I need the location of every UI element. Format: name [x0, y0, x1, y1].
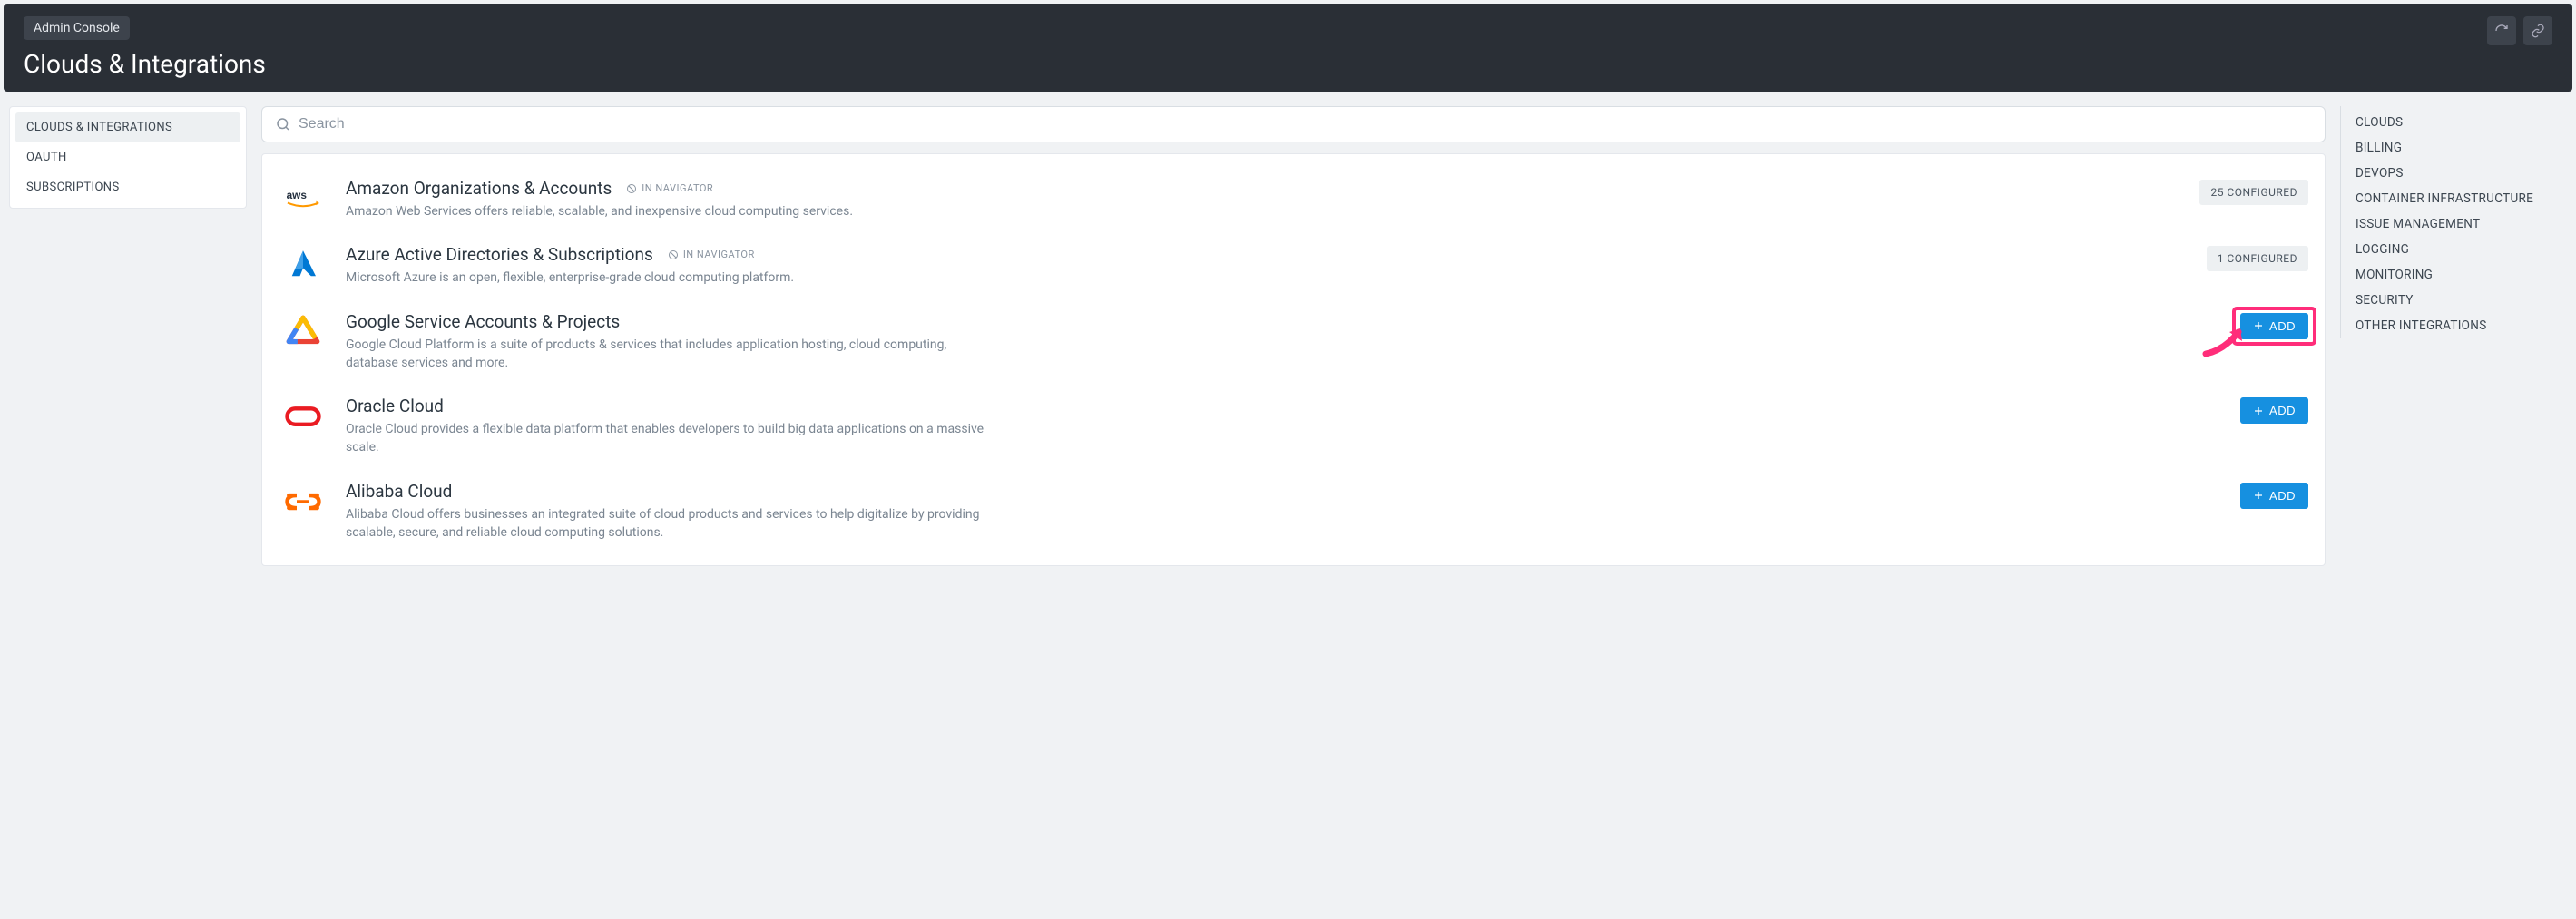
right-nav-item-0[interactable]: CLOUDS [2356, 110, 2567, 135]
provider-title[interactable]: Oracle Cloud [346, 396, 444, 416]
provider-title[interactable]: Azure Active Directories & Subscriptions [346, 244, 653, 265]
provider-row-oracle: Oracle Cloud Oracle Cloud provides a flex… [279, 379, 2308, 464]
provider-row-alibaba: Alibaba Cloud Alibaba Cloud offers busine… [279, 464, 2308, 550]
right-nav-item-3[interactable]: CONTAINER INFRASTRUCTURE [2356, 186, 2567, 211]
add-button-oracle[interactable]: ADD [2240, 397, 2308, 424]
right-nav-item-7[interactable]: SECURITY [2356, 288, 2567, 313]
provider-action: 1 CONFIGURED [2181, 244, 2308, 271]
refresh-button[interactable] [2487, 16, 2516, 45]
provider-desc: Google Cloud Platform is a suite of prod… [346, 336, 999, 373]
header-tools [2487, 16, 2552, 45]
provider-desc: Alibaba Cloud offers businesses an integ… [346, 505, 999, 543]
link-icon [2531, 24, 2545, 38]
right-nav-item-5[interactable]: LOGGING [2356, 237, 2567, 262]
in-navigator-badge: IN NAVIGATOR [668, 249, 755, 260]
in-navigator-badge: IN NAVIGATOR [626, 182, 713, 194]
ban-icon [626, 183, 637, 194]
page-title: Clouds & Integrations [24, 49, 266, 79]
alibaba-logo [279, 481, 328, 521]
breadcrumb[interactable]: Admin Console [24, 16, 130, 40]
provider-title[interactable]: Alibaba Cloud [346, 481, 452, 502]
provider-desc: Amazon Web Services offers reliable, sca… [346, 202, 999, 220]
plus-icon [2253, 490, 2264, 501]
provider-desc: Microsoft Azure is an open, flexible, en… [346, 269, 999, 287]
left-nav-item-0[interactable]: CLOUDS & INTEGRATIONS [15, 112, 240, 142]
provider-row-gcp: Google Service Accounts & Projects Google… [279, 295, 2308, 380]
right-nav-item-1[interactable]: BILLING [2356, 135, 2567, 161]
provider-action: ADD [2181, 396, 2308, 424]
right-nav-item-2[interactable]: DEVOPS [2356, 161, 2567, 186]
left-nav-item-2[interactable]: SUBSCRIPTIONS [15, 172, 240, 202]
svg-text:aws: aws [287, 189, 308, 201]
left-sidebar: CLOUDS & INTEGRATIONSOAUTHSUBSCRIPTIONS [9, 106, 247, 209]
plus-icon [2253, 320, 2264, 331]
oracle-logo [279, 396, 328, 435]
right-nav-item-6[interactable]: MONITORING [2356, 262, 2567, 288]
aws-logo: aws [279, 178, 328, 218]
search-field[interactable] [261, 106, 2326, 142]
providers-card: aws Amazon Organizations & Accounts IN NAV… [261, 153, 2326, 566]
azure-logo [279, 244, 328, 284]
provider-info: Oracle Cloud Oracle Cloud provides a flex… [346, 396, 2163, 457]
page-header: Admin Console Clouds & Integrations [4, 4, 2572, 92]
gcp-logo [279, 311, 328, 351]
configured-count[interactable]: 25 CONFIGURED [2199, 180, 2308, 205]
ban-icon [668, 249, 679, 260]
main-column: aws Amazon Organizations & Accounts IN NAV… [261, 106, 2326, 566]
search-input[interactable] [299, 116, 2312, 132]
right-sidebar: CLOUDSBILLINGDEVOPSCONTAINER INFRASTRUCT… [2340, 106, 2567, 338]
right-nav-item-4[interactable]: ISSUE MANAGEMENT [2356, 211, 2567, 237]
provider-title[interactable]: Amazon Organizations & Accounts [346, 178, 612, 199]
link-button[interactable] [2523, 16, 2552, 45]
main-layout: CLOUDS & INTEGRATIONSOAUTHSUBSCRIPTIONS … [0, 95, 2576, 577]
provider-action: ADD [2181, 311, 2308, 339]
configured-count[interactable]: 1 CONFIGURED [2207, 246, 2308, 271]
right-nav-item-8[interactable]: OTHER INTEGRATIONS [2356, 313, 2567, 338]
provider-action: ADD [2181, 481, 2308, 509]
provider-action: 25 CONFIGURED [2181, 178, 2308, 205]
provider-info: Alibaba Cloud Alibaba Cloud offers busine… [346, 481, 2163, 543]
left-nav-item-1[interactable]: OAUTH [15, 142, 240, 172]
add-button-gcp[interactable]: ADD [2240, 313, 2308, 339]
provider-row-azure: Azure Active Directories & Subscriptions… [279, 228, 2308, 294]
provider-info: Amazon Organizations & Accounts IN NAVIGA… [346, 178, 2163, 220]
provider-row-aws: aws Amazon Organizations & Accounts IN NAV… [279, 161, 2308, 228]
search-icon [275, 116, 291, 132]
provider-info: Azure Active Directories & Subscriptions… [346, 244, 2163, 287]
refresh-icon [2494, 24, 2509, 38]
plus-icon [2253, 406, 2264, 416]
header-left: Admin Console Clouds & Integrations [24, 16, 266, 79]
provider-title[interactable]: Google Service Accounts & Projects [346, 311, 620, 332]
provider-desc: Oracle Cloud provides a flexible data pl… [346, 420, 999, 457]
add-button-alibaba[interactable]: ADD [2240, 483, 2308, 509]
provider-info: Google Service Accounts & Projects Google… [346, 311, 2163, 373]
